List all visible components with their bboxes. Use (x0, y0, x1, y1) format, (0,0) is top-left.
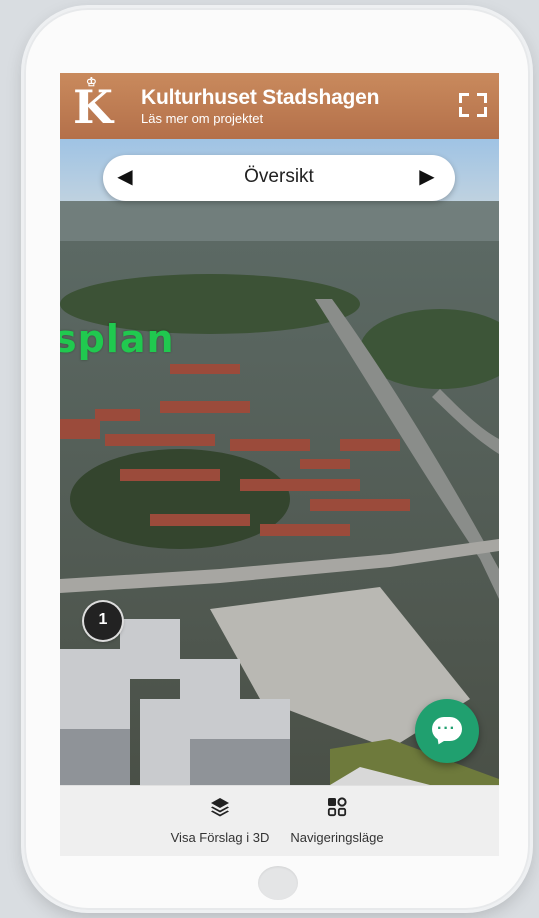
chat-button[interactable]: ··· (415, 699, 479, 763)
show-3d-proposal-label: Visa Förslag i 3D (170, 830, 270, 845)
navigation-mode-button[interactable]: Navigeringsläge (285, 794, 389, 845)
crown-icon: ♔ (86, 75, 97, 89)
next-scene-button[interactable]: ▶ (413, 164, 441, 189)
phone-home-button[interactable] (258, 866, 298, 900)
navigation-mode-label: Navigeringsläge (290, 830, 384, 845)
bottom-toolbar: Visa Förslag i 3D Navigeringsläge (60, 785, 499, 856)
show-3d-proposal-button[interactable]: Visa Förslag i 3D (170, 794, 270, 845)
layers-icon (211, 798, 229, 817)
3d-map-view[interactable]: splan 1 (60, 139, 499, 785)
app-screen: ♔ K Kulturhuset Stadshagen Läs mer om pr… (60, 73, 499, 856)
place-label: splan (60, 317, 175, 361)
scene-navigator: ◀ Översikt ▶ (103, 155, 455, 201)
fullscreen-icon[interactable] (459, 93, 487, 117)
grid-icon (327, 797, 347, 817)
logo[interactable]: ♔ K (72, 75, 114, 135)
map-marker[interactable]: 1 (84, 602, 122, 640)
scene-title: Översikt (244, 166, 314, 187)
app-header: ♔ K Kulturhuset Stadshagen Läs mer om pr… (60, 73, 499, 139)
page-title: Kulturhuset Stadshagen (141, 86, 380, 109)
project-link[interactable]: Läs mer om projektet (141, 111, 263, 126)
